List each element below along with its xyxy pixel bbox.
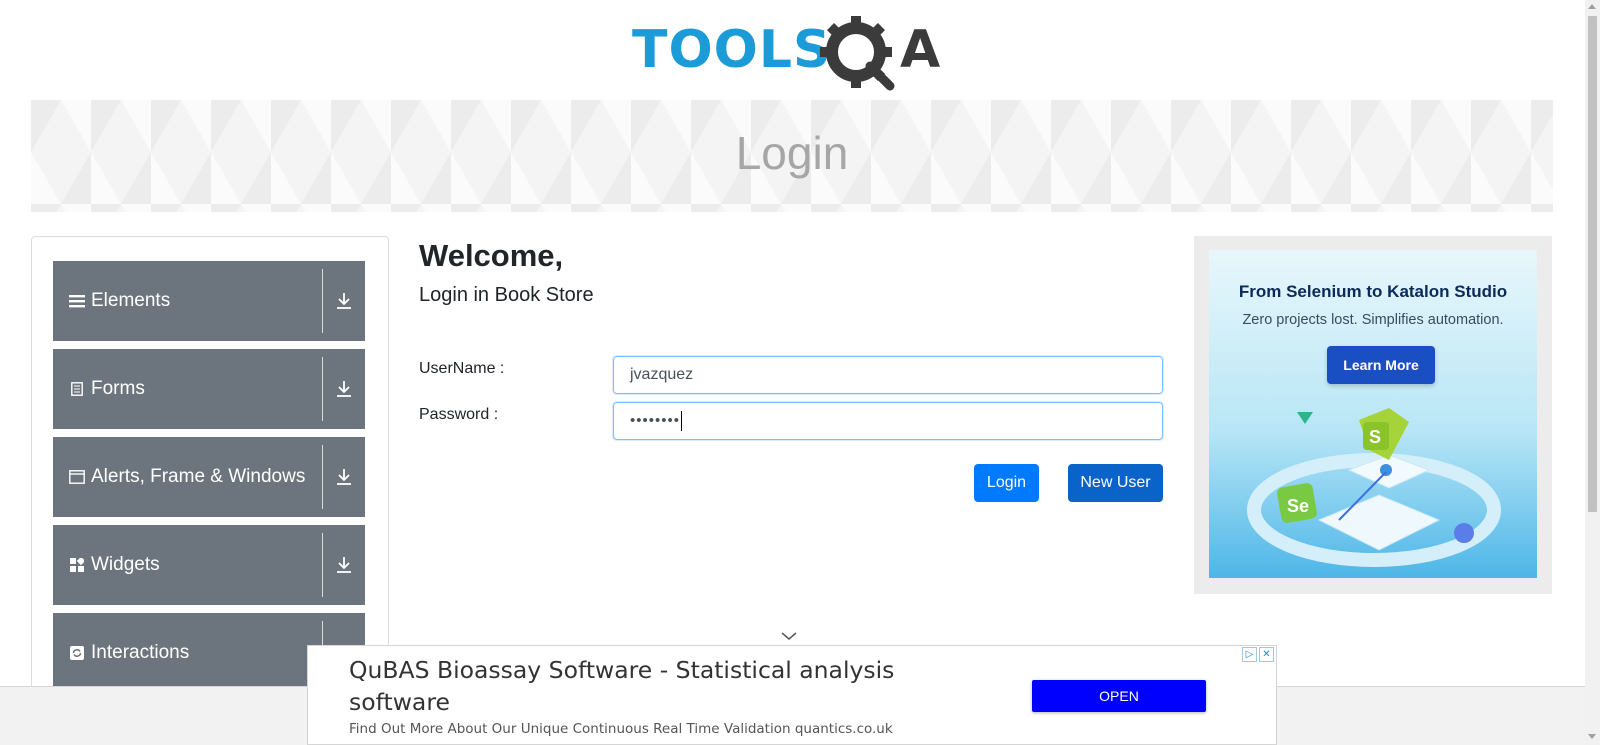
list-icon <box>69 293 85 309</box>
welcome-heading: Welcome, <box>419 238 564 273</box>
ad-illustration: Se S <box>1247 408 1501 567</box>
open-button[interactable]: OPEN <box>1032 680 1206 712</box>
sidebar-item-forms[interactable]: Forms <box>53 349 365 429</box>
sidebar-item-elements[interactable]: Elements <box>53 261 365 341</box>
download-arrow-icon[interactable] <box>335 555 353 575</box>
username-input[interactable]: jvazquez <box>613 356 1163 394</box>
scroll-down-icon[interactable] <box>1588 734 1596 739</box>
toolsqa-logo[interactable]: TOOLS A <box>632 16 956 92</box>
username-value: jvazquez <box>630 366 694 383</box>
ad-katalon[interactable]: From Selenium to Katalon Studio Zero pro… <box>1194 236 1552 594</box>
ad-qubas[interactable]: QuBAS Bioassay Software - Statistical an… <box>307 645 1277 745</box>
learn-more-button[interactable]: Learn More <box>1327 346 1435 384</box>
sidebar-item-label: Interactions <box>91 642 190 663</box>
ad-bottom-title: QuBAS Bioassay Software - Statistical an… <box>349 656 895 716</box>
sidebar-item-label: Forms <box>91 378 145 399</box>
sidebar: Elements Forms Alerts, Frame & Windows W… <box>31 236 389 696</box>
scroll-up-icon[interactable] <box>1588 4 1596 9</box>
new-user-button[interactable]: New User <box>1068 464 1163 502</box>
sidebar-item-alerts-frame-windows[interactable]: Alerts, Frame & Windows <box>53 437 365 517</box>
sidebar-item-label: Elements <box>91 290 171 311</box>
download-arrow-icon[interactable] <box>335 379 353 399</box>
divider <box>322 533 323 597</box>
username-label: UserName : <box>419 360 505 377</box>
text-caret <box>681 411 683 432</box>
ad-title: From Selenium to Katalon Studio <box>1238 282 1508 301</box>
refresh-icon <box>69 645 85 661</box>
chevron-down-icon[interactable] <box>780 630 798 642</box>
password-label: Password : <box>419 406 499 423</box>
login-subtitle: Login in Book Store <box>419 284 594 306</box>
ad-controls: ▷ ✕ <box>1242 647 1274 662</box>
logo-text-a: A <box>900 20 941 80</box>
divider <box>322 357 323 421</box>
svg-text:Se: Se <box>1287 496 1309 516</box>
sidebar-item-label: Alerts, Frame & Windows <box>91 466 306 487</box>
widgets-icon <box>69 557 85 573</box>
ad-subtitle: Zero projects lost. Simplifies automatio… <box>1242 312 1504 328</box>
ad-katalon-content: From Selenium to Katalon Studio Zero pro… <box>1209 250 1537 578</box>
scroll-thumb[interactable] <box>1588 16 1597 512</box>
window-icon <box>69 469 85 485</box>
page-title: Login <box>735 127 849 179</box>
sidebar-item-widgets[interactable]: Widgets <box>53 525 365 605</box>
download-arrow-icon[interactable] <box>335 291 353 311</box>
scrollbar[interactable] <box>1585 0 1600 745</box>
login-button[interactable]: Login <box>974 464 1039 502</box>
close-icon[interactable]: ✕ <box>1259 647 1274 662</box>
ad-bottom-description: Find Out More About Our Unique Continuou… <box>349 721 893 737</box>
password-input[interactable]: •••••••• <box>613 402 1163 440</box>
divider <box>322 269 323 333</box>
svg-text:S: S <box>1369 427 1381 447</box>
page: TOOLS A Login Elements Forms Alerts, Fra… <box>0 0 1600 745</box>
divider <box>322 445 323 509</box>
document-icon <box>69 381 85 397</box>
download-arrow-icon[interactable] <box>335 467 353 487</box>
page-banner: Login <box>31 100 1553 212</box>
sidebar-item-label: Widgets <box>91 554 160 575</box>
password-value: •••••••• <box>630 412 681 429</box>
ad-choices-icon[interactable]: ▷ <box>1242 647 1257 662</box>
